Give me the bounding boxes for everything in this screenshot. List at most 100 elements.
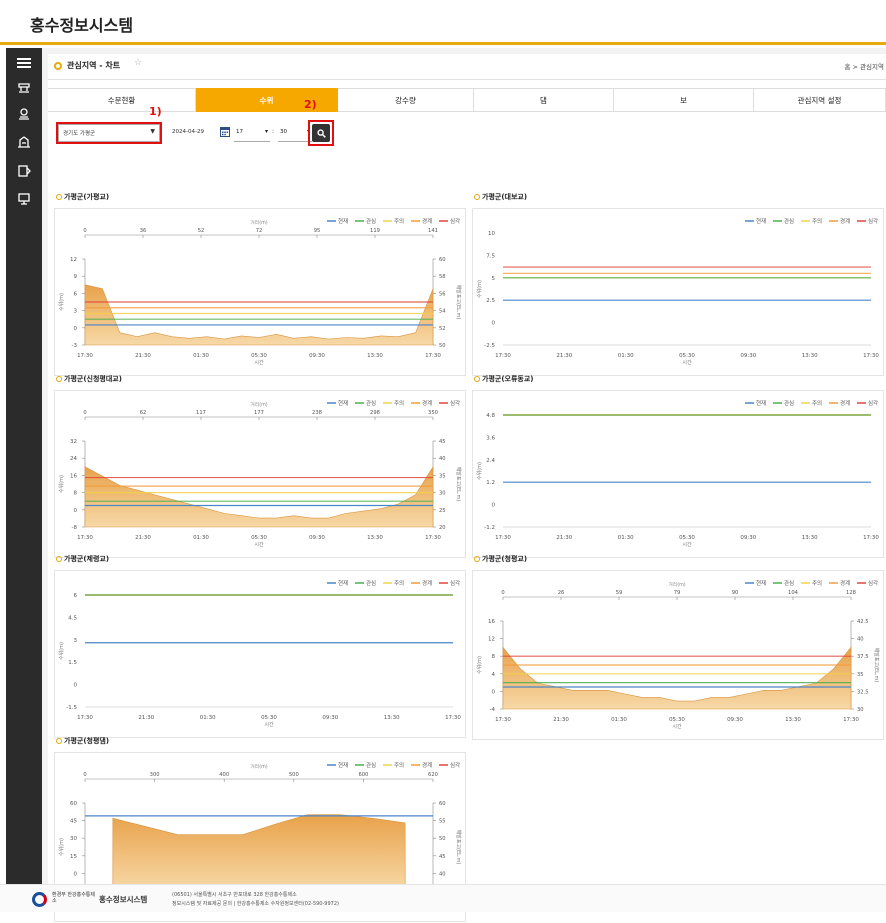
date-input[interactable]: 2024-04-29 — [172, 124, 216, 142]
annotation-2: 2) — [304, 98, 317, 111]
y-tick-label: 6 — [74, 593, 78, 599]
chart-svg: 현재 관심 주의 경계 심각 32 24 16 8 0 -8 수위(m) 17:30 21:30 01:30… — [58, 399, 462, 548]
legend-label: 심각 — [450, 217, 460, 225]
chart-title: 가평군(가평교) — [56, 192, 109, 202]
y2-axis-label: 해발표고(EL.m) — [455, 467, 462, 502]
y-axis-label: 수위(m) — [58, 475, 65, 493]
legend-label: 관심 — [366, 761, 376, 769]
top-tick-label: 104 — [788, 590, 799, 596]
y-tick-label: 0 — [74, 326, 78, 332]
y2-tick-label: 55 — [439, 819, 446, 825]
chart-panel: 현재 관심 주의 경계 심각 16 12 8 4 0 -4 수위(m) 17:30 21:30 01:30 0… — [472, 570, 884, 740]
rain-icon[interactable] — [15, 105, 33, 123]
x-tick-label: 05:30 — [251, 535, 267, 541]
tab-6[interactable]: 관심지역 설정 — [754, 88, 886, 112]
breadcrumb[interactable]: 홈 > 관심지역 — [845, 61, 884, 71]
dam-icon[interactable] — [15, 133, 33, 151]
minute-value: 30 — [280, 129, 287, 135]
hour-select[interactable]: 17 ▾ — [234, 124, 270, 142]
legend-label: 경계 — [422, 399, 432, 407]
x-tick-label: 21:30 — [135, 353, 151, 359]
x-tick-label: 05:30 — [251, 353, 267, 359]
content: 수문현황 수위 강수량 댐 보 관심지역 설정 1) 2) 경기도 가평군 ▼ 2024-… — [48, 80, 886, 922]
calendar-icon[interactable] — [220, 126, 230, 137]
legend-label: 경계 — [840, 399, 850, 407]
y-tick-label: 4 — [492, 672, 496, 678]
star-icon[interactable]: ☆ — [134, 58, 142, 68]
legend-label: 경계 — [840, 579, 850, 587]
top-axis-label: 거리(m) — [250, 219, 267, 226]
y-tick-label: 4.5 — [68, 615, 77, 621]
legend-label: 주의 — [394, 580, 404, 587]
chart-title-text: 가평군(신청평대교) — [64, 375, 122, 383]
app-title: 홍수정보시스템 — [30, 16, 134, 35]
x-tick-label: 17:30 — [77, 715, 93, 721]
y-tick-label: 8 — [74, 491, 78, 497]
x-tick-label: 05:30 — [679, 535, 695, 541]
top-axis-label: 거리(m) — [250, 401, 267, 408]
x-tick-label: 21:30 — [135, 535, 151, 541]
tab-4[interactable]: 댐 — [474, 88, 614, 112]
flood-icon[interactable] — [15, 78, 33, 96]
x-tick-label: 13:30 — [367, 353, 383, 359]
x-tick-label: 13:30 — [384, 715, 400, 721]
y-tick-label: 5 — [492, 276, 496, 282]
y-axis-label: 수위(m) — [58, 293, 65, 311]
title-bullet-icon — [56, 194, 62, 200]
legend-label: 주의 — [394, 218, 404, 225]
y2-tick-label: 25 — [439, 508, 446, 514]
title-bullet-icon — [56, 556, 62, 562]
y-tick-label: 3.6 — [486, 435, 495, 441]
x-axis-label: 시간 — [682, 359, 692, 366]
legend-label: 주의 — [812, 400, 822, 407]
x-tick-label: 13:30 — [802, 353, 818, 359]
y-tick-label: 0 — [492, 689, 496, 695]
legend-label: 관심 — [366, 579, 376, 587]
menu-icon[interactable] — [15, 54, 33, 72]
monitor-icon[interactable] — [15, 190, 33, 208]
tab-2[interactable]: 수위 — [196, 88, 338, 112]
y2-tick-label: 50 — [439, 343, 446, 349]
y2-tick-label: 45 — [439, 439, 446, 445]
y-tick-label: 1.5 — [68, 660, 77, 666]
x-tick-label: 01:30 — [193, 535, 209, 541]
tab-1[interactable]: 수문현황 — [48, 88, 196, 112]
footer-address: (06501) 서울특별시 서초구 반포대로 328 한강홍수통제소 정보시스템… — [172, 891, 339, 909]
top-tick-label: 0 — [83, 410, 86, 416]
y-tick-label: 12 — [70, 257, 77, 263]
x-tick-label: 01:30 — [611, 717, 627, 723]
title-bullet-icon — [56, 376, 62, 382]
y-tick-label: -1.5 — [66, 705, 77, 711]
footer: 환경부 한강홍수통제소 홍수정보시스템 (06501) 서울특별시 서초구 반포… — [0, 884, 886, 912]
tab-5[interactable]: 보 — [614, 88, 754, 112]
y-tick-label: 0 — [492, 503, 496, 509]
y-tick-label: 15 — [70, 854, 77, 860]
y2-tick-label: 58 — [439, 274, 446, 280]
title-bullet-icon — [474, 556, 480, 562]
x-tick-label: 17:30 — [425, 535, 441, 541]
y2-tick-label: 45 — [439, 854, 446, 860]
weir-icon[interactable] — [15, 162, 33, 180]
x-tick-label: 09:30 — [309, 535, 325, 541]
chart-title: 가평군(청평댐) — [56, 736, 109, 746]
x-tick-label: 17:30 — [495, 717, 511, 723]
legend-label: 심각 — [450, 579, 460, 587]
y2-tick-label: 56 — [439, 291, 446, 297]
tab-3[interactable]: 강수량 — [338, 88, 474, 112]
chart-title: 가평군(오류동교) — [474, 374, 533, 384]
y2-tick-label: 50 — [439, 836, 446, 842]
y-tick-label: 32 — [70, 439, 77, 445]
chart-title-text: 가평군(대보교) — [482, 193, 528, 201]
top-axis-label: 거리(m) — [250, 763, 267, 770]
y-axis-label: 수위(m) — [58, 642, 65, 660]
chart-panel: 현재 관심 주의 경계 심각 32 24 16 8 0 -8 수위(m) 17:30 21:30 01:30… — [54, 390, 466, 558]
minute-select[interactable]: 30 ▾ — [278, 124, 312, 142]
chart-svg: 현재 관심 주의 경계 심각1612840-4수위(m)17:30 21:30 01:30 0… — [476, 579, 880, 730]
time-separator: : — [272, 128, 275, 135]
legend-label: 경계 — [422, 761, 432, 769]
x-axis-label: 시간 — [264, 721, 274, 728]
y-tick-label: -1.2 — [484, 525, 495, 531]
chart-panel: 현재 관심 주의 경계 심각 10 7.5 5 2.5 0 -2.5 수위(m) 17:30 21:30 0… — [472, 208, 884, 376]
footer-address-line1: (06501) 서울특별시 서초구 반포대로 328 한강홍수통제소 — [172, 892, 297, 898]
x-tick-label: 17:30 — [863, 535, 879, 541]
